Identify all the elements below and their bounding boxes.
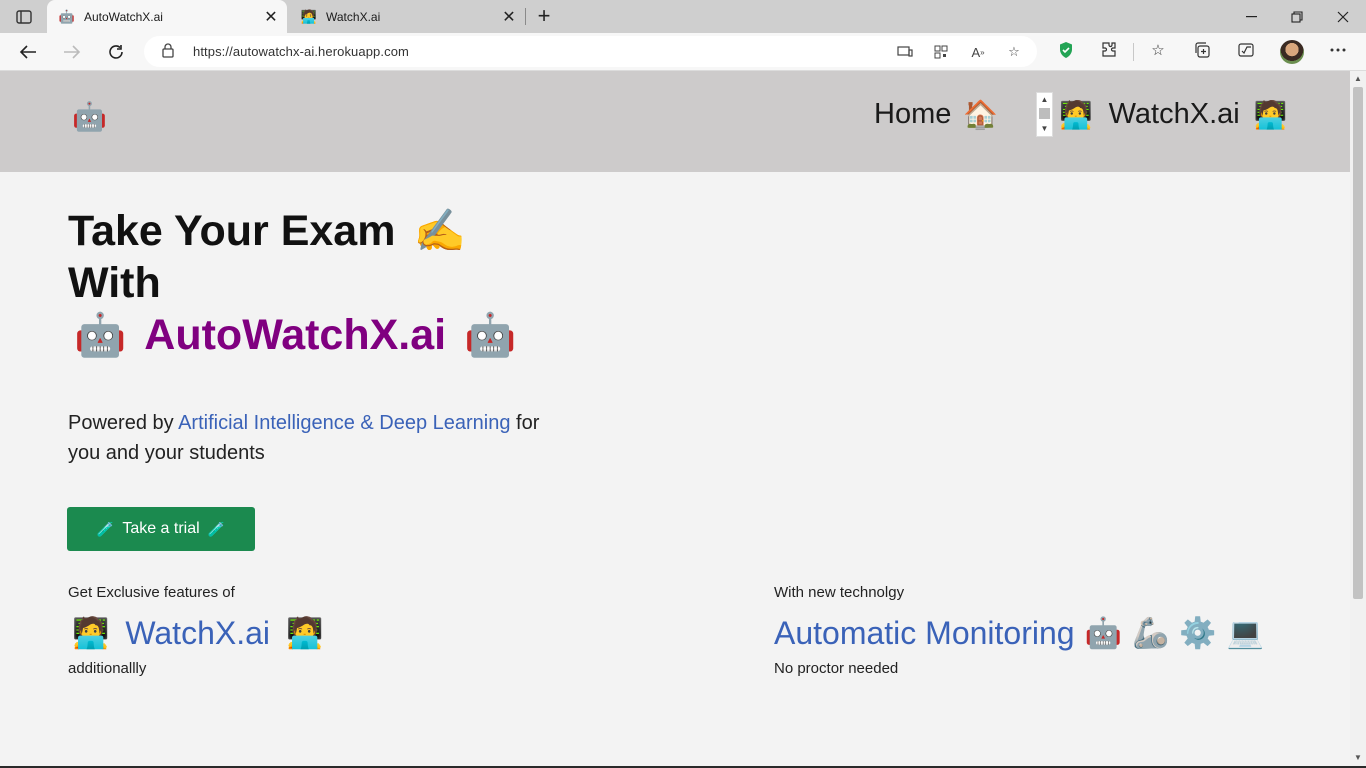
house-icon: 🏠 bbox=[963, 99, 999, 130]
chevron-down-icon[interactable]: ▼ bbox=[1353, 752, 1363, 764]
hero-line-1-text: Take Your Exam bbox=[68, 207, 396, 255]
scrollbar-thumb[interactable] bbox=[1039, 108, 1050, 119]
app-available-icon[interactable] bbox=[895, 42, 915, 62]
feature-kicker: Get Exclusive features of bbox=[68, 584, 235, 601]
robot-icon: 🤖 bbox=[1084, 617, 1122, 650]
laptop-icon: 💻 bbox=[1226, 617, 1265, 650]
technologist-icon: 🧑‍💻 bbox=[300, 9, 318, 24]
hero-brand-line: 🤖 AutoWatchX.ai 🤖 bbox=[68, 309, 516, 361]
tab-actions-icon bbox=[16, 10, 32, 24]
take-trial-label: Take a trial bbox=[122, 520, 200, 537]
add-favorite-icon[interactable]: ☆ bbox=[1004, 42, 1024, 62]
nav-mini-scrollbar[interactable]: ▲ ▼ bbox=[1036, 92, 1053, 137]
page-scrollbar[interactable]: ▲ ▼ bbox=[1350, 71, 1366, 768]
technologist-icon: 🧑‍💻 bbox=[1059, 99, 1093, 130]
browser-toolbar: https://autowatchx-ai.herokuapp.com A» ☆… bbox=[0, 33, 1366, 71]
technologist-icon: 🧑‍💻 bbox=[72, 617, 110, 650]
robot-icon: 🤖 bbox=[464, 311, 517, 358]
feature-subtitle: No proctor needed bbox=[774, 660, 899, 677]
tab-divider bbox=[525, 8, 526, 25]
qr-code-icon[interactable] bbox=[931, 42, 951, 62]
chevron-up-icon[interactable]: ▲ bbox=[1037, 94, 1052, 106]
robot-icon: 🤖 bbox=[74, 311, 127, 358]
feature-title: Automatic Monitoring 🤖 🦾 ⚙️ 💻 bbox=[774, 615, 1264, 652]
address-bar[interactable]: https://autowatchx-ai.herokuapp.com A» ☆ bbox=[144, 36, 1037, 67]
new-tab-button[interactable]: + bbox=[532, 3, 556, 28]
tab-title: WatchX.ai bbox=[326, 9, 381, 24]
feature-title-text: WatchX.ai bbox=[125, 615, 270, 651]
ai-deep-learning-link: Artificial Intelligence & Deep Learning bbox=[178, 412, 511, 434]
page-viewport: 🤖 Home 🏠 ▲ ▼ 🧑‍💻 WatchX.ai 🧑‍💻 Take Your… bbox=[0, 71, 1350, 768]
hero-line-2: With bbox=[68, 259, 161, 307]
nav-home-link[interactable]: Home 🏠 bbox=[874, 98, 998, 131]
back-button[interactable] bbox=[13, 37, 43, 67]
arrow-left-icon bbox=[19, 45, 36, 59]
feature-title-text: Automatic Monitoring bbox=[774, 615, 1075, 651]
nav-watchx-link[interactable]: 🧑‍💻 WatchX.ai 🧑‍💻 bbox=[1059, 98, 1287, 131]
robot-icon[interactable]: 🤖 bbox=[72, 103, 107, 131]
profile-avatar[interactable] bbox=[1280, 40, 1304, 64]
tab-autowatchx[interactable]: 🤖 AutoWatchX.ai ✕ bbox=[47, 0, 287, 33]
forward-button[interactable] bbox=[57, 37, 87, 67]
test-tube-icon: 🧪 bbox=[96, 520, 115, 537]
toolbar-separator bbox=[1133, 43, 1134, 61]
take-trial-button[interactable]: 🧪 Take a trial 🧪 bbox=[67, 507, 255, 551]
hero-brand-name: AutoWatchX.ai bbox=[144, 311, 447, 359]
refresh-button[interactable] bbox=[101, 37, 131, 67]
powered-prefix: Powered by bbox=[68, 412, 179, 434]
favorites-icon[interactable]: ☆ bbox=[1147, 39, 1169, 61]
restore-icon bbox=[1291, 10, 1303, 23]
feature-automatic-monitoring: With new technolgy Automatic Monitoring … bbox=[774, 584, 1264, 677]
feature-title: 🧑‍💻 WatchX.ai 🧑‍💻 bbox=[68, 615, 323, 652]
hero-description: Powered by Artificial Intelligence & Dee… bbox=[68, 408, 558, 468]
chevron-up-icon[interactable]: ▲ bbox=[1353, 73, 1363, 85]
collections-icon[interactable] bbox=[1191, 39, 1213, 61]
browser-tab-strip: 🤖 AutoWatchX.ai ✕ 🧑‍💻 WatchX.ai ✕ + bbox=[0, 0, 1366, 33]
shield-extension-icon[interactable] bbox=[1055, 39, 1077, 61]
technologist-icon: 🧑‍💻 bbox=[286, 617, 324, 650]
close-icon bbox=[1337, 11, 1349, 22]
close-icon[interactable]: ✕ bbox=[499, 7, 519, 27]
feature-subtitle: additionallly bbox=[68, 660, 147, 677]
feature-watchx: Get Exclusive features of 🧑‍💻 WatchX.ai … bbox=[68, 584, 323, 677]
gear-icon: ⚙️ bbox=[1179, 617, 1217, 650]
hero-line-1: Take Your Exam ✍️ bbox=[68, 205, 516, 257]
minimize-icon bbox=[1245, 15, 1257, 17]
tab-actions-button[interactable] bbox=[8, 5, 40, 29]
window-close-button[interactable] bbox=[1320, 0, 1366, 33]
tab-watchx[interactable]: 🧑‍💻 WatchX.ai ✕ bbox=[289, 0, 525, 33]
arrow-right-icon bbox=[64, 45, 81, 59]
site-header: 🤖 Home 🏠 ▲ ▼ 🧑‍💻 WatchX.ai 🧑‍💻 bbox=[0, 71, 1350, 172]
nav-watchx-label: WatchX.ai bbox=[1108, 98, 1240, 130]
writing-hand-icon: ✍️ bbox=[413, 207, 466, 254]
lock-icon bbox=[162, 43, 174, 63]
minimize-button[interactable] bbox=[1228, 0, 1274, 33]
read-aloud-icon[interactable]: A» bbox=[968, 42, 988, 62]
chevron-down-icon[interactable]: ▼ bbox=[1037, 123, 1052, 135]
more-menu-icon[interactable] bbox=[1327, 39, 1349, 61]
math-solver-icon[interactable] bbox=[1235, 39, 1257, 61]
close-icon[interactable]: ✕ bbox=[261, 7, 281, 27]
test-tube-icon: 🧪 bbox=[207, 520, 226, 537]
technologist-icon: 🧑‍💻 bbox=[1253, 99, 1288, 130]
url-text: https://autowatchx-ai.herokuapp.com bbox=[193, 44, 409, 59]
tab-title: AutoWatchX.ai bbox=[84, 9, 163, 24]
mechanical-arm-icon: 🦾 bbox=[1131, 617, 1170, 650]
feature-kicker: With new technolgy bbox=[774, 584, 905, 601]
restore-button[interactable] bbox=[1274, 0, 1320, 33]
nav-home-label: Home bbox=[874, 98, 952, 130]
refresh-icon bbox=[109, 45, 123, 59]
robot-icon: 🤖 bbox=[58, 9, 76, 24]
scrollbar-thumb[interactable] bbox=[1353, 87, 1363, 599]
extensions-icon[interactable] bbox=[1098, 39, 1120, 61]
hero-title: Take Your Exam ✍️ With 🤖 AutoWatchX.ai 🤖 bbox=[68, 205, 516, 361]
